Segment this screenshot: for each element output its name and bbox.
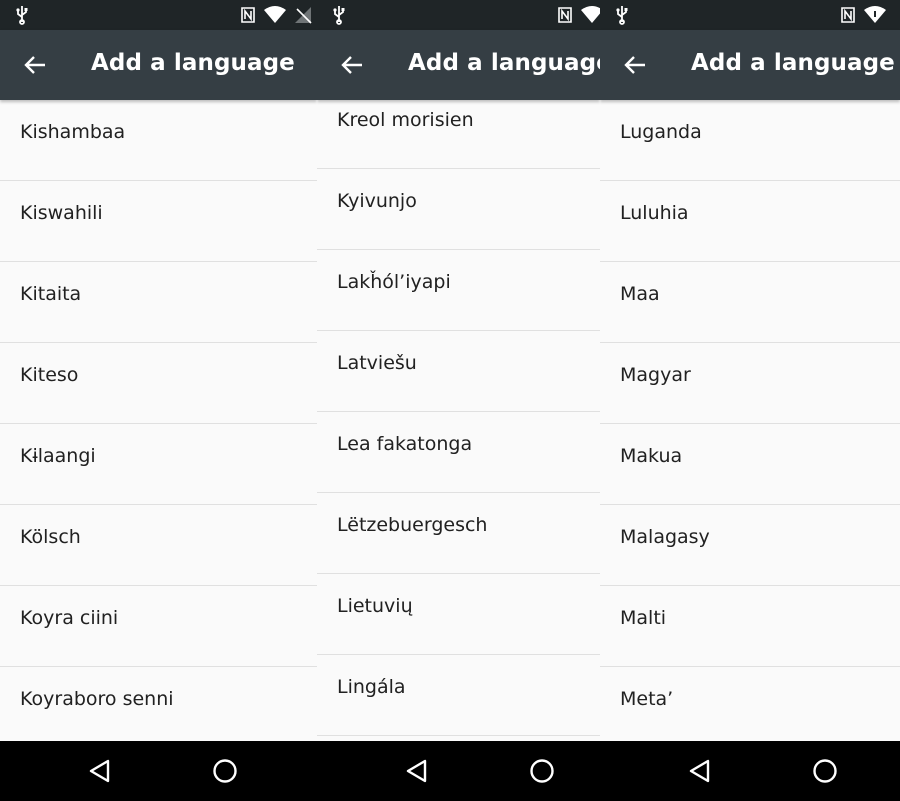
wifi-icon bbox=[264, 6, 286, 23]
list-item[interactable]: Malagasy bbox=[600, 505, 900, 586]
status-bar bbox=[317, 0, 600, 30]
list-item[interactable]: Makua bbox=[600, 424, 900, 505]
list-item-label: Malti bbox=[620, 607, 667, 629]
battery-icon bbox=[295, 7, 312, 24]
navigation-bar bbox=[0, 741, 900, 801]
circle-home-icon[interactable] bbox=[210, 756, 240, 786]
list-item[interactable]: Kɨlaangi bbox=[0, 424, 317, 505]
list-item[interactable]: Luganda bbox=[600, 100, 900, 181]
list-item-label: Luganda bbox=[620, 121, 702, 143]
list-item-label: Malagasy bbox=[620, 526, 710, 548]
list-item-label: Kɨlaangi bbox=[20, 445, 96, 467]
usb-icon bbox=[16, 6, 28, 25]
back-button[interactable] bbox=[333, 45, 373, 85]
arrow-left-icon bbox=[341, 56, 362, 74]
list-item-label: Kitaita bbox=[20, 283, 82, 305]
list-item-label: Latviešu bbox=[337, 352, 417, 374]
screen-panel-1: Add a language Kishambaa Kiswahili Kitai… bbox=[0, 0, 317, 741]
page-title: Add a language bbox=[91, 50, 295, 76]
screen-panel-2: Add a language Kreol morisien Kyivunjo L… bbox=[317, 0, 600, 741]
list-item[interactable]: Lietuvių bbox=[317, 574, 600, 655]
list-item[interactable]: Malti bbox=[600, 586, 900, 667]
list-item[interactable]: Kreol morisien bbox=[317, 88, 600, 169]
wifi-icon bbox=[581, 6, 600, 23]
list-item[interactable]: Kishambaa bbox=[0, 100, 317, 181]
list-item-label: Kishambaa bbox=[20, 121, 126, 143]
list-item[interactable]: Luluhia bbox=[600, 181, 900, 262]
list-item-label: Kiteso bbox=[20, 364, 79, 386]
triangle-back-icon[interactable] bbox=[403, 756, 433, 786]
list-item-label: Koyraboro senni bbox=[20, 688, 174, 710]
list-item-label: Luluhia bbox=[620, 202, 689, 224]
wifi-icon bbox=[864, 6, 886, 23]
nfc-icon bbox=[241, 7, 255, 23]
list-item[interactable]: Kiteso bbox=[0, 343, 317, 424]
circle-home-icon[interactable] bbox=[527, 756, 557, 786]
list-item[interactable]: Lëtzebuergesch bbox=[317, 493, 600, 574]
triangle-back-icon[interactable] bbox=[86, 756, 116, 786]
list-item[interactable]: Kitaita bbox=[0, 262, 317, 343]
list-item-label: Makua bbox=[620, 445, 683, 467]
list-item[interactable]: Meta’ bbox=[600, 667, 900, 741]
list-item-label: Lëtzebuergesch bbox=[337, 514, 488, 536]
back-button[interactable] bbox=[616, 45, 656, 85]
triangle-back-icon[interactable] bbox=[686, 756, 716, 786]
list-item-label: Kreol morisien bbox=[337, 109, 474, 131]
list-item-label: Koyra ciini bbox=[20, 607, 119, 629]
app-toolbar: Add a language bbox=[0, 30, 317, 100]
usb-icon bbox=[333, 6, 345, 25]
page-title: Add a language bbox=[691, 50, 895, 76]
page-title: Add a language bbox=[408, 50, 600, 76]
list-item[interactable]: Kölsch bbox=[0, 505, 317, 586]
list-item[interactable]: Maa bbox=[600, 262, 900, 343]
list-item-label: Kölsch bbox=[20, 526, 81, 548]
list-item[interactable]: Lingála bbox=[317, 655, 600, 736]
list-item[interactable]: Kiswahili bbox=[0, 181, 317, 262]
list-item-label: Lakȟól’iyapi bbox=[337, 271, 451, 293]
list-item[interactable]: Koyra ciini bbox=[0, 586, 317, 667]
list-item[interactable]: Lakȟól’iyapi bbox=[317, 250, 600, 331]
nfc-icon bbox=[558, 7, 572, 23]
list-item[interactable]: Latviešu bbox=[317, 331, 600, 412]
screen-panel-3: Add a language Luganda Luluhia Maa Magya… bbox=[600, 0, 900, 741]
app-toolbar: Add a language bbox=[600, 30, 900, 100]
list-item-label: Lietuvių bbox=[337, 595, 413, 617]
language-list: Kreol morisien Kyivunjo Lakȟól’iyapi Lat… bbox=[317, 88, 600, 736]
usb-icon bbox=[616, 6, 628, 25]
back-button[interactable] bbox=[16, 45, 56, 85]
list-item-label: Lingála bbox=[337, 676, 406, 698]
list-item-label: Magyar bbox=[620, 364, 691, 386]
circle-home-icon[interactable] bbox=[810, 756, 840, 786]
list-item-label: Maa bbox=[620, 283, 660, 305]
language-list: Luganda Luluhia Maa Magyar Makua Malagas… bbox=[600, 100, 900, 741]
language-list: Kishambaa Kiswahili Kitaita Kiteso Kɨlaa… bbox=[0, 100, 317, 741]
list-item[interactable]: Kyivunjo bbox=[317, 169, 600, 250]
list-item[interactable]: Lea fakatonga bbox=[317, 412, 600, 493]
list-item-label: Kyivunjo bbox=[337, 190, 417, 212]
list-item-label: Kiswahili bbox=[20, 202, 103, 224]
status-bar bbox=[600, 0, 900, 30]
arrow-left-icon bbox=[624, 56, 645, 74]
list-item[interactable]: Magyar bbox=[600, 343, 900, 424]
status-bar bbox=[0, 0, 317, 30]
arrow-left-icon bbox=[24, 56, 45, 74]
app-toolbar: Add a language bbox=[317, 30, 600, 100]
list-item-label: Meta’ bbox=[620, 688, 674, 710]
nfc-icon bbox=[841, 7, 855, 23]
list-item-label: Lea fakatonga bbox=[337, 433, 473, 455]
list-item[interactable]: Koyraboro senni bbox=[0, 667, 317, 741]
